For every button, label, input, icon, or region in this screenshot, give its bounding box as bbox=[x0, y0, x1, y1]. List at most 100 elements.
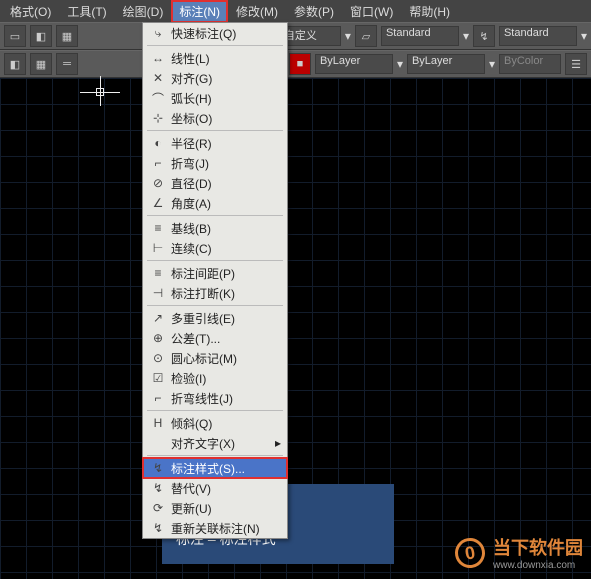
menu-item-label: 折弯(J) bbox=[171, 155, 209, 172]
menu-item-label: 对齐文字(X) bbox=[171, 435, 235, 452]
menu-item-icon: ⊹ bbox=[149, 111, 167, 125]
menu-item-icon: ◐ bbox=[149, 136, 167, 150]
menu-item-label: 折弯线性(J) bbox=[171, 390, 233, 407]
menu-item[interactable]: 工具(T) bbox=[59, 0, 114, 23]
menu-dropdown-item[interactable]: ↯ 重新关联标注(N) bbox=[143, 518, 287, 538]
menu-dropdown-item[interactable]: ∠ 角度(A) bbox=[143, 193, 287, 213]
menu-item-icon: ✕ bbox=[149, 71, 167, 85]
toolbar-btn[interactable]: ◧ bbox=[30, 25, 52, 47]
menu-item-label: 替代(V) bbox=[171, 480, 211, 497]
menu-separator bbox=[147, 215, 283, 216]
toolbar-btn[interactable]: ▦ bbox=[56, 25, 78, 47]
menu-dropdown-item[interactable]: ↗ 多重引线(E) bbox=[143, 308, 287, 328]
menu-dropdown-item[interactable]: ≡标注间距(P) bbox=[143, 263, 287, 283]
menu-item-label: 多重引线(E) bbox=[171, 310, 235, 327]
menu-separator bbox=[147, 305, 283, 306]
menu-item[interactable]: 参数(P) bbox=[286, 0, 342, 23]
menu-dropdown-item[interactable]: ⊹ 坐标(O) bbox=[143, 108, 287, 128]
menu-item-icon: ⤷ bbox=[149, 26, 167, 41]
menu-item-label: 重新关联标注(N) bbox=[171, 520, 260, 537]
menu-item-label: 圆心标记(M) bbox=[171, 350, 237, 367]
menu-item[interactable]: 窗口(W) bbox=[342, 0, 401, 23]
menu-item[interactable]: 格式(O) bbox=[2, 0, 59, 23]
menu-dropdown-item[interactable]: ⊕ 公差(T)... bbox=[143, 328, 287, 348]
menu-dropdown-item[interactable]: ⟳ 更新(U) bbox=[143, 498, 287, 518]
menu-item-icon: ☑ bbox=[149, 371, 167, 385]
menu-separator bbox=[147, 45, 283, 46]
menu-item-label: 角度(A) bbox=[171, 195, 211, 212]
custom-select[interactable]: 自定义 bbox=[279, 26, 341, 46]
menu-dropdown-item[interactable]: ⌒弧长(H) bbox=[143, 88, 287, 108]
watermark-brand: 当下软件园 bbox=[493, 538, 583, 558]
menu-item-icon: ⌒ bbox=[149, 90, 167, 107]
bylayer-select-1[interactable]: ByLayer bbox=[315, 54, 393, 74]
toolbar-btn[interactable]: ═ bbox=[56, 53, 78, 75]
menu-item-icon: ≡ bbox=[149, 221, 167, 235]
menu-dropdown-item[interactable]: ⌐ 折弯线性(J) bbox=[143, 388, 287, 408]
toolbar-btn[interactable]: ▭ bbox=[4, 25, 26, 47]
toolbar-btn[interactable]: ☰ bbox=[565, 53, 587, 75]
menu-separator bbox=[147, 410, 283, 411]
menu-dropdown-item[interactable]: H倾斜(Q) bbox=[143, 413, 287, 433]
menu-dropdown-item[interactable]: ☑检验(I) bbox=[143, 368, 287, 388]
menu-dropdown-item[interactable]: ⊣标注打断(K) bbox=[143, 283, 287, 303]
menu-item-icon: ⌐ bbox=[149, 156, 167, 170]
menu-item-icon: ⟳ bbox=[149, 501, 167, 515]
menu-item-label: 弧长(H) bbox=[171, 90, 212, 107]
menu-dropdown-item[interactable]: ≡基线(B) bbox=[143, 218, 287, 238]
menu-item-icon: ⊙ bbox=[149, 351, 167, 365]
menu-item-icon: ⌐ bbox=[149, 391, 167, 405]
menu-item-label: 倾斜(Q) bbox=[171, 415, 212, 432]
dimension-menu-dropdown: ⤷快速标注(Q)↔线性(L)✕对齐(G)⌒弧长(H)⊹坐标(O)◐半径(R)⌐折… bbox=[142, 22, 288, 539]
menu-item-label: 更新(U) bbox=[171, 500, 212, 517]
menu-item-label: 连续(C) bbox=[171, 240, 212, 257]
watermark: 0 当下软件园 www.downxia.com bbox=[455, 534, 583, 571]
submenu-arrow-icon: ▸ bbox=[275, 436, 281, 450]
menu-dropdown-item[interactable]: ⤷ 快速标注(Q) bbox=[143, 23, 287, 43]
menu-dropdown-item[interactable]: ↯标注样式(S)... bbox=[143, 458, 287, 478]
menu-separator bbox=[147, 130, 283, 131]
toolbar-btn[interactable]: ▦ bbox=[30, 53, 52, 75]
menu-separator bbox=[147, 260, 283, 261]
style-select-1[interactable]: Standard bbox=[381, 26, 459, 46]
watermark-logo: 0 bbox=[453, 535, 488, 570]
menu-item-label: 快速标注(Q) bbox=[171, 25, 236, 42]
toolbar-row-1: ▭ ◧ ▦ A 自定义 ▾ ▱ Standard ▾ ↯ Standard ▾ bbox=[0, 22, 591, 50]
style-select-2[interactable]: Standard bbox=[499, 26, 577, 46]
menu-item[interactable]: 修改(M) bbox=[228, 0, 286, 23]
menu-item-icon: ⊘ bbox=[149, 176, 167, 190]
menu-item-icon: ↯ bbox=[149, 481, 167, 495]
menu-item-icon: ↗ bbox=[149, 311, 167, 325]
menu-dropdown-item[interactable]: 对齐文字(X) ▸ bbox=[143, 433, 287, 453]
bylayer-select-2[interactable]: ByLayer bbox=[407, 54, 485, 74]
menu-item[interactable]: 帮助(H) bbox=[401, 0, 458, 23]
menu-item-label: 半径(R) bbox=[171, 135, 212, 152]
menu-item-icon: ↯ bbox=[149, 521, 167, 535]
menu-dropdown-item[interactable]: ↯ 替代(V) bbox=[143, 478, 287, 498]
color-swatch[interactable]: ■ bbox=[289, 53, 311, 75]
toolbar-btn[interactable]: ▱ bbox=[355, 25, 377, 47]
toolbar-btn[interactable]: ↯ bbox=[473, 25, 495, 47]
menu-item-label: 坐标(O) bbox=[171, 110, 212, 127]
toolbar-btn[interactable]: ◧ bbox=[4, 53, 26, 75]
watermark-url: www.downxia.com bbox=[493, 560, 583, 571]
menu-dropdown-item[interactable]: ⊙ 圆心标记(M) bbox=[143, 348, 287, 368]
menu-item[interactable]: 标注(N) bbox=[171, 0, 228, 23]
menu-dropdown-item[interactable]: ↔线性(L) bbox=[143, 48, 287, 68]
menu-dropdown-item[interactable]: ⊘直径(D) bbox=[143, 173, 287, 193]
menu-dropdown-item[interactable]: ⊢ 连续(C) bbox=[143, 238, 287, 258]
menu-item-icon: ⊕ bbox=[149, 331, 167, 345]
toolbar-row-2: ◧ ▦ ═ ■ ByLayer ▾ ByLayer ▾ ByColor ☰ bbox=[0, 50, 591, 78]
menu-dropdown-item[interactable]: ✕对齐(G) bbox=[143, 68, 287, 88]
menu-item-icon: ↔ bbox=[149, 51, 167, 65]
menu-dropdown-item[interactable]: ◐ 半径(R) bbox=[143, 133, 287, 153]
menu-item-label: 公差(T)... bbox=[171, 330, 220, 347]
menu-dropdown-item[interactable]: ⌐ 折弯(J) bbox=[143, 153, 287, 173]
menu-separator bbox=[147, 455, 283, 456]
menu-item-icon: ⊢ bbox=[149, 241, 167, 255]
menu-item[interactable]: 绘图(D) bbox=[115, 0, 172, 23]
menu-item-icon: ↯ bbox=[149, 461, 167, 475]
menu-item-icon: ∠ bbox=[149, 196, 167, 210]
bycolor-select[interactable]: ByColor bbox=[499, 54, 561, 74]
menu-item-label: 标注打断(K) bbox=[171, 285, 235, 302]
